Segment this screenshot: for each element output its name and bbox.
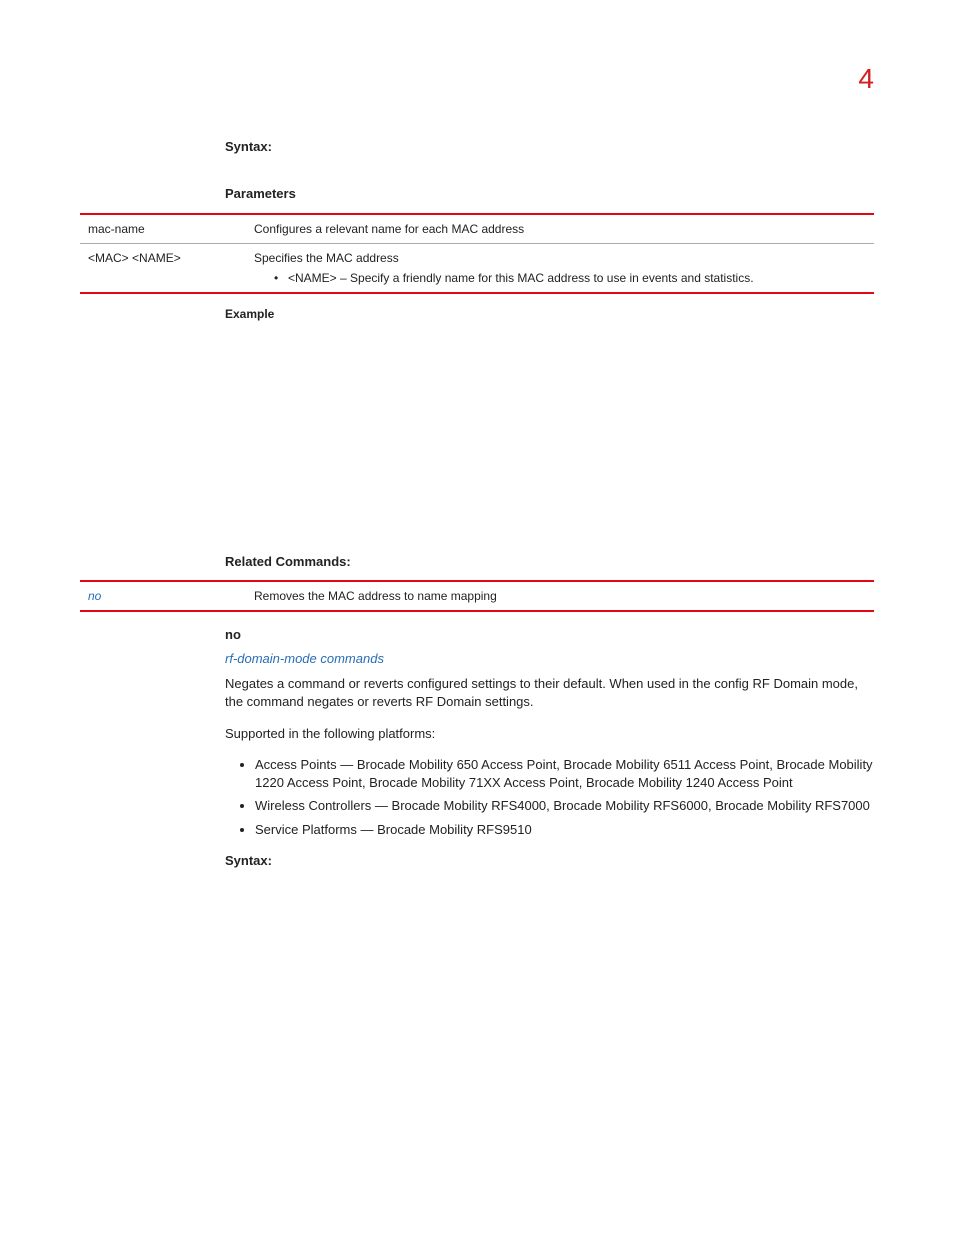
related-name: no <box>80 581 246 611</box>
syntax-heading-2: Syntax: <box>225 852 874 870</box>
syntax-heading-1: Syntax: <box>225 138 874 156</box>
page-number: 4 <box>80 60 874 98</box>
related-desc: Removes the MAC address to name mapping <box>246 581 874 611</box>
table-row: no Removes the MAC address to name mappi… <box>80 581 874 611</box>
parameters-heading: Parameters <box>225 185 874 203</box>
param-sub-desc: <NAME> – Specify a friendly name for thi… <box>288 270 754 286</box>
no-description: Negates a command or reverts configured … <box>225 675 874 710</box>
example-body-placeholder <box>225 323 874 553</box>
list-item: Wireless Controllers — Brocade Mobility … <box>255 797 874 815</box>
param-desc-cell: Specifies the MAC address <NAME> – Speci… <box>246 244 874 294</box>
list-item: Service Platforms — Brocade Mobility RFS… <box>255 821 874 839</box>
bullet-icon <box>274 270 288 286</box>
param-name: <MAC> <NAME> <box>80 244 246 294</box>
table-row: mac-name Configures a relevant name for … <box>80 214 874 244</box>
related-commands-table: no Removes the MAC address to name mappi… <box>80 580 874 612</box>
no-command-heading: no <box>225 626 874 644</box>
param-name: mac-name <box>80 214 246 244</box>
example-heading: Example <box>225 306 874 322</box>
no-link-ref[interactable]: no <box>88 589 101 603</box>
list-item: Access Points — Brocade Mobility 650 Acc… <box>255 756 874 791</box>
param-desc: Specifies the MAC address <box>254 251 399 265</box>
platforms-list: Access Points — Brocade Mobility 650 Acc… <box>225 756 874 838</box>
param-desc: Configures a relevant name for each MAC … <box>246 214 874 244</box>
supported-platforms-intro: Supported in the following platforms: <box>225 725 874 743</box>
related-commands-heading: Related Commands: <box>225 553 874 571</box>
rf-domain-mode-link[interactable]: rf-domain-mode commands <box>225 651 384 666</box>
param-subitem: <NAME> – Specify a friendly name for thi… <box>274 270 866 286</box>
table-row: <MAC> <NAME> Specifies the MAC address <… <box>80 244 874 294</box>
parameters-table: mac-name Configures a relevant name for … <box>80 213 874 295</box>
